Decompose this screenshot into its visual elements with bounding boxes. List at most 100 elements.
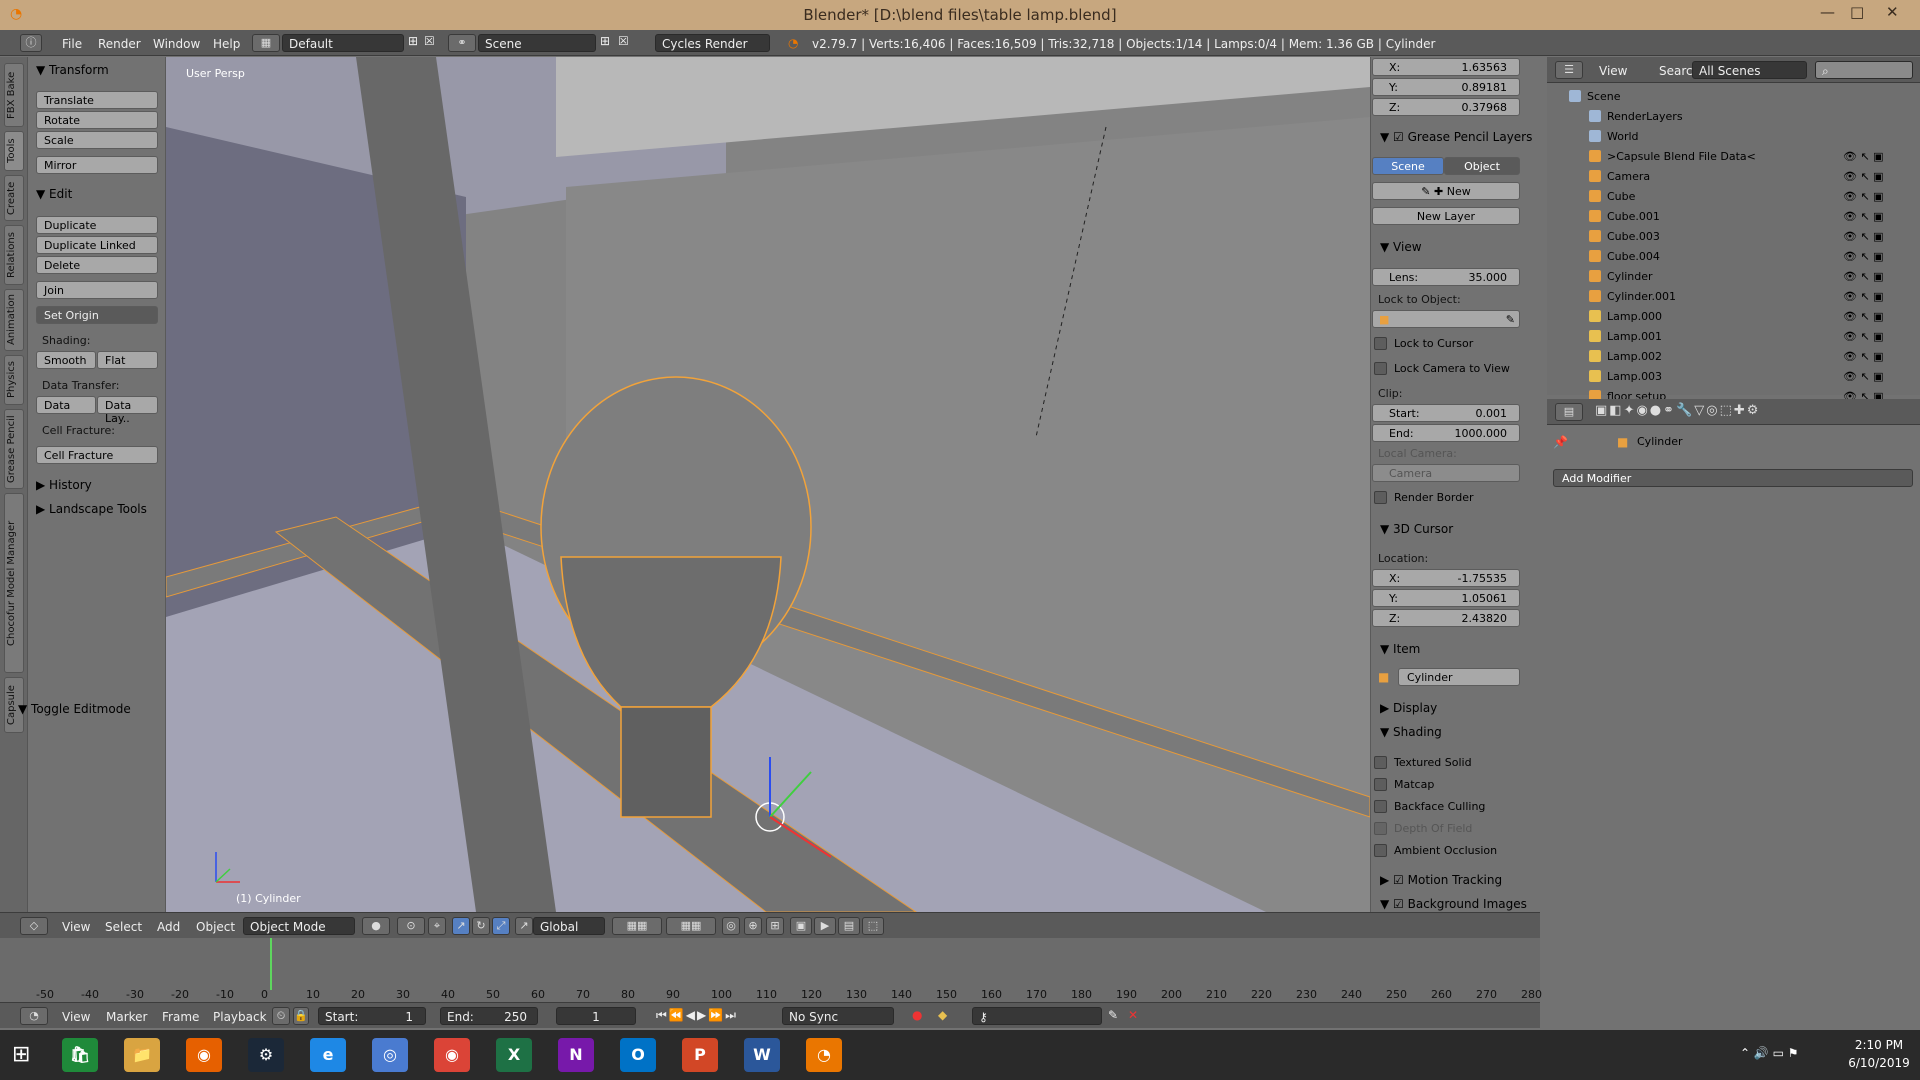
clock-time[interactable]: 2:10 PM xyxy=(1844,1038,1914,1052)
tab-animation[interactable]: Animation xyxy=(4,289,24,351)
outliner-row[interactable]: Lamp.001 👁 ↖ ▣ xyxy=(1547,327,1915,347)
remove-layout-icon[interactable]: ☒ xyxy=(424,34,435,48)
transform-orientation-select[interactable]: Global xyxy=(533,917,605,935)
screenshot-icon[interactable]: ⬚ xyxy=(862,917,884,935)
shading-header[interactable]: ▼ Shading xyxy=(1380,725,1442,739)
pivot-point-icon[interactable]: ⊙ xyxy=(397,917,425,935)
menu-render[interactable]: Render xyxy=(98,37,141,51)
outliner-search-input[interactable]: ⌕ xyxy=(1815,61,1913,79)
panel-history-header[interactable]: ▶ History xyxy=(36,478,92,492)
grease-pencil-header[interactable]: ▼ ☑ Grease Pencil Layers xyxy=(1380,130,1532,144)
sync-mode-select[interactable]: No Sync xyxy=(782,1007,894,1025)
snap-element-icon[interactable]: ⊞ xyxy=(766,917,784,935)
menu-window[interactable]: Window xyxy=(153,37,200,51)
snap-toggle-icon[interactable]: ⊕ xyxy=(744,917,762,935)
taskbar-chrome-icon[interactable]: ◉ xyxy=(434,1038,470,1072)
viewport-3d[interactable]: User Persp (1) Cylinder xyxy=(166,57,1370,912)
viewport-shading-icon[interactable]: ● xyxy=(362,917,390,935)
ambient-occlusion-checkbox[interactable] xyxy=(1374,844,1387,857)
rotate-button[interactable]: Rotate xyxy=(36,111,158,129)
outliner-editor-icon[interactable]: ☰ xyxy=(1555,61,1583,79)
outliner-row[interactable]: Lamp.003 👁 ↖ ▣ xyxy=(1547,367,1915,387)
flat-button[interactable]: Flat xyxy=(97,351,158,369)
outliner-row[interactable]: Cube.001 👁 ↖ ▣ xyxy=(1547,207,1915,227)
manipulator-toggle-icon[interactable]: ⌖ xyxy=(428,917,446,935)
outliner-row[interactable]: >Capsule Blend File Data< 👁 ↖ ▣ xyxy=(1547,147,1915,167)
current-frame-line[interactable] xyxy=(270,938,272,990)
start-frame-field[interactable]: Start: 1 xyxy=(318,1007,426,1025)
backface-culling-checkbox[interactable] xyxy=(1374,800,1387,813)
tab-fbx-bake[interactable]: FBX Bake xyxy=(4,63,24,127)
item-name-field[interactable]: Cylinder xyxy=(1398,668,1520,686)
outliner-view-menu[interactable]: View xyxy=(1599,64,1627,78)
scene-select[interactable]: Scene xyxy=(478,34,596,52)
render-border-checkbox[interactable] xyxy=(1374,491,1387,504)
timeline-editor-icon[interactable]: ◔ xyxy=(20,1007,48,1025)
smooth-button[interactable]: Smooth xyxy=(36,351,96,369)
motion-tracking-header[interactable]: ▶ ☑ Motion Tracking xyxy=(1380,873,1502,887)
record-icon[interactable]: ● xyxy=(912,1008,922,1022)
taskbar-word-icon[interactable]: W xyxy=(744,1038,780,1072)
outliner-row[interactable]: Scene xyxy=(1547,87,1915,107)
current-frame-field[interactable]: 1 xyxy=(556,1007,636,1025)
add-layout-icon[interactable]: ⊞ xyxy=(408,34,418,48)
cursor-y-field[interactable]: Y: 1.05061 xyxy=(1372,589,1520,607)
taskbar-explorer-icon[interactable]: 📁 xyxy=(124,1038,160,1072)
render-engine-select[interactable]: Cycles Render xyxy=(655,34,770,52)
translate-button[interactable]: Translate xyxy=(36,91,158,109)
gp-object-tab[interactable]: Object xyxy=(1444,157,1520,175)
delete-button[interactable]: Delete xyxy=(36,256,158,274)
outliner-row[interactable]: Cylinder 👁 ↖ ▣ xyxy=(1547,267,1915,287)
minimize-icon[interactable]: — xyxy=(1820,3,1835,21)
scale-button[interactable]: Scale xyxy=(36,131,158,149)
delete-keyframe-icon[interactable]: ✕ xyxy=(1128,1008,1138,1022)
pin-icon[interactable]: 📌 xyxy=(1553,435,1568,449)
visibility-toggle-icon[interactable]: 👁 ↖ ▣ xyxy=(1843,250,1884,263)
outliner-row[interactable]: RenderLayers xyxy=(1547,107,1915,127)
object-mode-select[interactable]: Object Mode xyxy=(243,917,355,935)
display-header[interactable]: ▶ Display xyxy=(1380,701,1437,715)
panel-landscape-header[interactable]: ▶ Landscape Tools xyxy=(36,502,147,516)
location-y-field[interactable]: Y: 0.89181 xyxy=(1372,78,1520,96)
visibility-toggle-icon[interactable]: 👁 ↖ ▣ xyxy=(1843,210,1884,223)
visibility-toggle-icon[interactable]: 👁 ↖ ▣ xyxy=(1843,150,1884,163)
eyedropper-icon[interactable]: ✎ xyxy=(1506,313,1515,326)
visibility-toggle-icon[interactable]: 👁 ↖ ▣ xyxy=(1843,310,1884,323)
visibility-toggle-icon[interactable]: 👁 ↖ ▣ xyxy=(1843,370,1884,383)
mirror-button[interactable]: Mirror xyxy=(36,156,158,174)
lens-field[interactable]: Lens: 35.000 xyxy=(1372,268,1520,286)
playback-controls-icon[interactable]: ⏮⏪◀▶⏩⏭ xyxy=(656,1008,738,1023)
tab-create[interactable]: Create xyxy=(4,175,24,221)
viewport-object-menu[interactable]: Object xyxy=(196,920,235,934)
close-icon[interactable]: ✕ xyxy=(1886,3,1899,21)
screen-layout-icon[interactable]: ▦ xyxy=(252,34,280,52)
add-modifier-select[interactable]: Add Modifier xyxy=(1553,469,1913,487)
scene-icon[interactable]: ⚭ xyxy=(448,34,476,52)
tab-tools[interactable]: Tools xyxy=(4,131,24,171)
menu-help[interactable]: Help xyxy=(213,37,240,51)
3d-cursor-header[interactable]: ▼ 3D Cursor xyxy=(1380,522,1453,536)
background-images-header[interactable]: ▼ ☑ Background Images xyxy=(1380,897,1527,911)
toggle-editmode-header[interactable]: ▼ Toggle Editmode xyxy=(18,702,131,716)
gp-new-layer-button[interactable]: New Layer xyxy=(1372,207,1520,225)
windows-start-icon[interactable]: ⊞ xyxy=(12,1042,30,1067)
timeline-marker-menu[interactable]: Marker xyxy=(106,1010,147,1024)
visibility-toggle-icon[interactable]: 👁 ↖ ▣ xyxy=(1843,330,1884,343)
lock-camera-checkbox[interactable] xyxy=(1374,362,1387,375)
visibility-toggle-icon[interactable]: 👁 ↖ ▣ xyxy=(1843,170,1884,183)
viewport-view-menu[interactable]: View xyxy=(62,920,90,934)
timeline-editor[interactable]: -50 -40 -30 -20 -10 0 10 20 30 40 50 60 70 80 90 100 110… xyxy=(0,938,1542,1002)
data-button[interactable]: Data xyxy=(36,396,96,414)
proportional-edit-icon[interactable]: ◎ xyxy=(722,917,740,935)
lock-range-icon[interactable]: 🔒 xyxy=(293,1007,309,1025)
translate-manipulator-icon[interactable]: ↗ xyxy=(452,917,470,935)
outliner-row[interactable]: Cube.004 👁 ↖ ▣ xyxy=(1547,247,1915,267)
end-frame-field[interactable]: End: 250 xyxy=(440,1007,538,1025)
info-editor-icon[interactable]: ⓘ xyxy=(20,34,42,52)
timeline-frame-menu[interactable]: Frame xyxy=(162,1010,199,1024)
location-x-field[interactable]: X: 1.63563 xyxy=(1372,58,1520,76)
viewport-scene[interactable] xyxy=(166,57,1370,912)
taskbar-store-icon[interactable]: 🛍 xyxy=(62,1038,98,1072)
outliner-row[interactable]: Lamp.002 👁 ↖ ▣ xyxy=(1547,347,1915,367)
duplicate-linked-button[interactable]: Duplicate Linked xyxy=(36,236,158,254)
